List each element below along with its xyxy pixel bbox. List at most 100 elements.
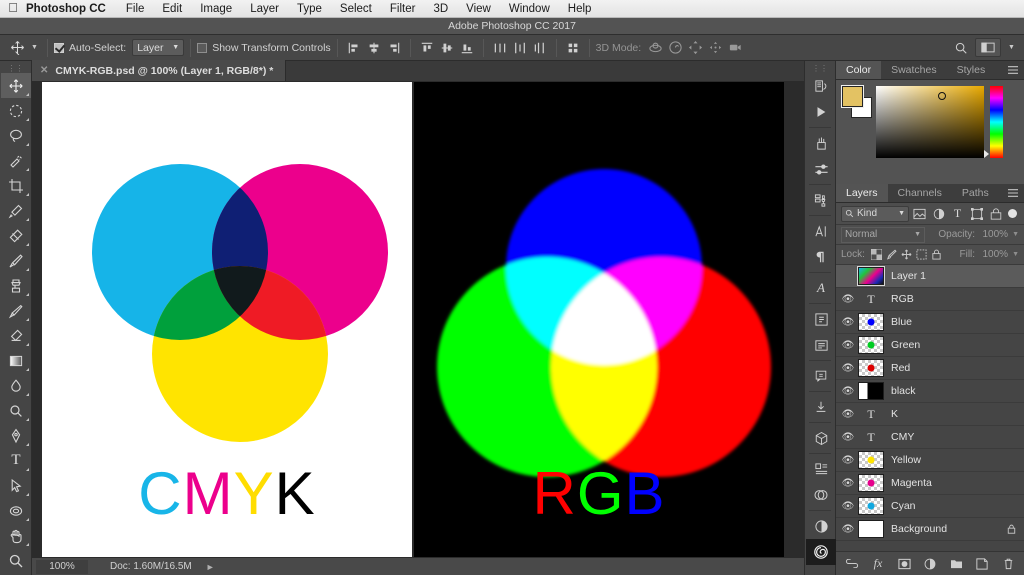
layer-thumbnail[interactable]: [858, 520, 884, 538]
type-tool[interactable]: T: [1, 448, 31, 473]
auto-select-checkbox[interactable]: [54, 42, 64, 53]
layer-thumbnail[interactable]: [858, 497, 884, 515]
text-layer-icon[interactable]: T: [858, 428, 884, 446]
pen-tool[interactable]: [1, 423, 31, 448]
layer-thumbnail[interactable]: [857, 266, 885, 286]
paragraph-panel-icon[interactable]: [806, 244, 836, 270]
layer-comps-panel-icon[interactable]: [806, 482, 836, 508]
fill-value[interactable]: 100%: [978, 249, 1008, 260]
layer-name[interactable]: Layer 1: [891, 270, 926, 282]
new-layer-icon[interactable]: [975, 556, 990, 571]
character-panel-icon[interactable]: [806, 218, 836, 244]
lock-all-icon[interactable]: [929, 247, 944, 262]
clone-source-panel-icon[interactable]: [806, 187, 836, 213]
align-vertical-centers-icon[interactable]: [437, 38, 457, 58]
search-icon[interactable]: [951, 38, 971, 58]
color-panel-foreground-swatch[interactable]: [841, 85, 864, 108]
character-styles-panel-icon[interactable]: [806, 306, 836, 332]
layer-thumbnail[interactable]: [858, 474, 884, 492]
hue-slider-icon[interactable]: [990, 86, 1003, 158]
zoom-tool[interactable]: [1, 548, 31, 573]
fill-chevron-icon[interactable]: ▼: [1012, 251, 1019, 258]
eyedropper-tool[interactable]: [1, 198, 31, 223]
align-bottom-edges-icon[interactable]: [457, 38, 477, 58]
move-tool-icon[interactable]: [6, 38, 28, 58]
3d-slide-icon[interactable]: [705, 38, 725, 58]
clone-stamp-tool[interactable]: [1, 273, 31, 298]
lock-image-pixels-icon[interactable]: [884, 247, 899, 262]
menu-type[interactable]: Type: [288, 3, 331, 15]
layer-name[interactable]: black: [891, 385, 916, 397]
layer-thumbnail[interactable]: [858, 359, 884, 377]
layer-name[interactable]: Background: [891, 523, 947, 535]
layer-name[interactable]: K: [891, 408, 898, 420]
layers-panel-menu-icon[interactable]: [1002, 184, 1024, 202]
3d-orbit-icon[interactable]: [645, 38, 665, 58]
actions-panel-icon[interactable]: [806, 99, 836, 125]
table-row[interactable]: 👁 T RGB: [836, 288, 1024, 311]
notes-panel-icon[interactable]: [806, 363, 836, 389]
new-group-icon[interactable]: [949, 556, 964, 571]
tab-layers[interactable]: Layers: [836, 184, 888, 202]
camera-raw-filter-icon[interactable]: [806, 539, 836, 565]
workspace-chevron-icon[interactable]: ▼: [1005, 44, 1018, 51]
blur-tool[interactable]: [1, 373, 31, 398]
auto-select-dropdown[interactable]: Layer ▼: [132, 39, 185, 56]
pixel-filter-icon[interactable]: [911, 205, 928, 222]
align-left-edges-icon[interactable]: [344, 38, 364, 58]
3d-roll-icon[interactable]: [665, 38, 685, 58]
lasso-tool[interactable]: [1, 123, 31, 148]
table-row[interactable]: 👁 Red: [836, 357, 1024, 380]
document-tab[interactable]: ✕ CMYK-RGB.psd @ 100% (Layer 1, RGB/8*) …: [32, 60, 287, 81]
gradient-tool[interactable]: [1, 348, 31, 373]
layer-thumbnail[interactable]: [858, 336, 884, 354]
menu-3d[interactable]: 3D: [424, 3, 457, 15]
brush-presets-panel-icon[interactable]: [806, 130, 836, 156]
lock-artboard-nesting-icon[interactable]: [914, 247, 929, 262]
tab-swatches[interactable]: Swatches: [881, 61, 947, 79]
link-layers-icon[interactable]: [845, 556, 860, 571]
table-row[interactable]: Layer 1: [836, 265, 1024, 288]
zoom-level-field[interactable]: 100%: [36, 559, 88, 574]
layer-name[interactable]: RGB: [891, 293, 914, 305]
align-distribute-options-icon[interactable]: [563, 38, 583, 58]
layer-thumbnail[interactable]: [858, 382, 884, 400]
eye-icon[interactable]: 👁: [838, 340, 858, 351]
show-transform-controls-checkbox[interactable]: [197, 42, 208, 53]
type-filter-icon[interactable]: T: [949, 205, 966, 222]
menu-edit[interactable]: Edit: [153, 3, 191, 15]
eye-icon[interactable]: 👁: [838, 317, 858, 328]
crop-tool[interactable]: [1, 173, 31, 198]
brush-settings-panel-icon[interactable]: [806, 156, 836, 182]
distribute-left-edges-icon[interactable]: [490, 38, 510, 58]
3d-camera-icon[interactable]: [725, 38, 745, 58]
table-row[interactable]: 👁 black: [836, 380, 1024, 403]
layer-name[interactable]: Blue: [891, 316, 912, 328]
layer-name[interactable]: Red: [891, 362, 910, 374]
eye-icon[interactable]: 👁: [838, 409, 858, 420]
menu-image[interactable]: Image: [191, 3, 241, 15]
brush-tool[interactable]: [1, 248, 31, 273]
layer-style-icon[interactable]: fx: [871, 556, 886, 571]
layer-filter-kind-dropdown[interactable]: Kind ▼: [841, 205, 909, 222]
eye-icon[interactable]: 👁: [838, 386, 858, 397]
eraser-tool[interactable]: [1, 323, 31, 348]
tab-styles[interactable]: Styles: [947, 61, 996, 79]
table-row[interactable]: 👁 Background: [836, 518, 1024, 541]
align-right-edges-icon[interactable]: [384, 38, 404, 58]
layer-name[interactable]: Yellow: [891, 454, 921, 466]
menu-file[interactable]: File: [117, 3, 154, 15]
eye-icon[interactable]: 👁: [838, 432, 858, 443]
eye-icon[interactable]: 👁: [838, 501, 858, 512]
blend-mode-dropdown[interactable]: Normal ▼: [841, 226, 925, 243]
table-row[interactable]: 👁 T K: [836, 403, 1024, 426]
eye-icon[interactable]: 👁: [838, 455, 858, 466]
shape-filter-icon[interactable]: [968, 205, 985, 222]
glyphs-panel-icon[interactable]: A: [806, 275, 836, 301]
eye-icon[interactable]: 👁: [838, 478, 858, 489]
table-row[interactable]: 👁 Yellow: [836, 449, 1024, 472]
opacity-chevron-icon[interactable]: ▼: [1012, 231, 1019, 238]
grip-icon[interactable]: ⋮⋮: [0, 63, 31, 73]
chevron-right-icon[interactable]: ►: [206, 562, 215, 572]
adjustment-filter-icon[interactable]: [930, 205, 947, 222]
